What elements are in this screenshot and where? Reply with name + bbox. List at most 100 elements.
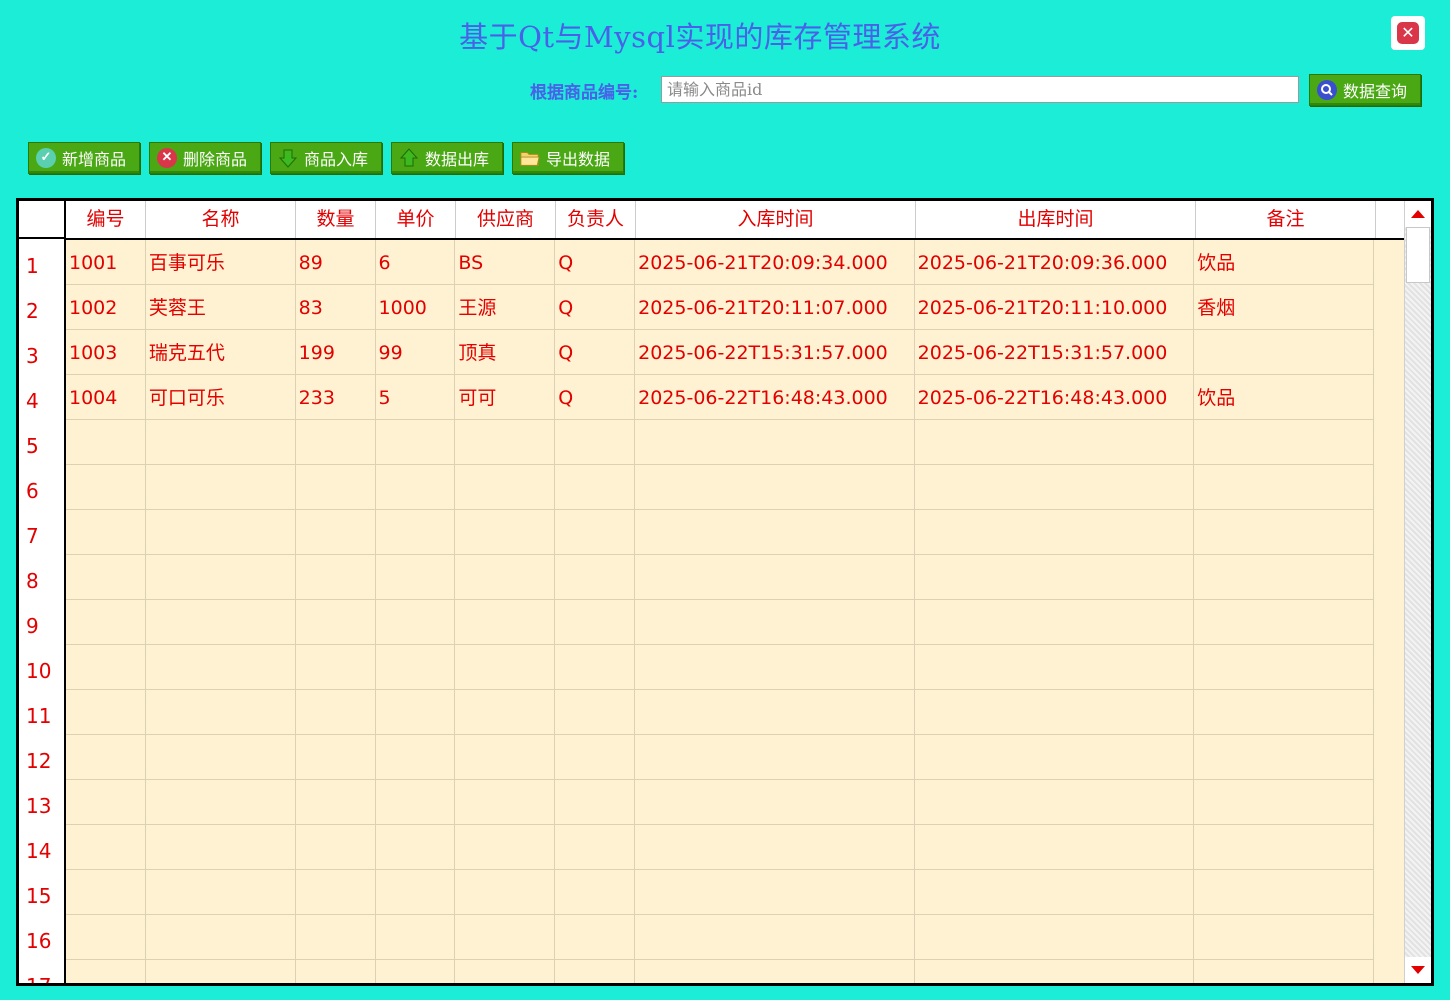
table-cell[interactable]	[146, 960, 296, 983]
table-cell[interactable]	[1194, 960, 1374, 983]
table-cell[interactable]	[1194, 915, 1374, 959]
column-header[interactable]: 数量	[296, 201, 376, 238]
table-cell[interactable]	[296, 555, 376, 599]
table-cell[interactable]: 2025-06-21T20:11:10.000	[915, 285, 1195, 329]
table-cell[interactable]: 89	[296, 240, 376, 284]
scroll-up-button[interactable]	[1405, 201, 1431, 227]
table-cell[interactable]: 百事可乐	[146, 240, 296, 284]
row-number[interactable]: 2	[19, 284, 64, 329]
scroll-thumb[interactable]	[1406, 227, 1430, 283]
table-cell[interactable]: 可可	[455, 375, 556, 419]
table-cell[interactable]	[146, 780, 296, 824]
table-cell[interactable]	[66, 690, 146, 734]
table-cell[interactable]	[146, 510, 296, 554]
table-cell[interactable]	[376, 960, 456, 983]
close-button[interactable]: ✕	[1391, 16, 1425, 50]
table-cell[interactable]	[146, 915, 296, 959]
table-cell[interactable]: 99	[376, 330, 456, 374]
table-cell[interactable]	[915, 690, 1195, 734]
table-cell[interactable]: 芙蓉王	[146, 285, 296, 329]
table-cell[interactable]	[146, 420, 296, 464]
table-cell[interactable]	[555, 915, 636, 959]
table-cell[interactable]: Q	[555, 285, 636, 329]
table-cell[interactable]	[915, 510, 1195, 554]
table-cell[interactable]	[635, 870, 915, 914]
row-number[interactable]: 7	[19, 509, 64, 554]
table-cell[interactable]	[635, 420, 915, 464]
table-row[interactable]: 1003 瑞克五代 199 99 顶真 Q 2025-06-22T15:31:57.000 2…	[66, 330, 1374, 375]
table-cell[interactable]: 1001	[66, 240, 146, 284]
table-cell[interactable]: 饮品	[1194, 240, 1374, 284]
table-cell[interactable]	[376, 690, 456, 734]
table-cell[interactable]	[455, 420, 556, 464]
table-cell[interactable]	[66, 600, 146, 644]
table-cell[interactable]: 6	[376, 240, 456, 284]
scroll-down-button[interactable]	[1405, 957, 1431, 983]
table-cell[interactable]: 1002	[66, 285, 146, 329]
table-cell[interactable]	[1194, 825, 1374, 869]
table-cell[interactable]	[296, 915, 376, 959]
row-number[interactable]: 6	[19, 464, 64, 509]
table-cell[interactable]	[376, 555, 456, 599]
table-row[interactable]	[66, 915, 1374, 960]
column-header[interactable]: 名称	[146, 201, 296, 238]
table-cell[interactable]	[66, 735, 146, 779]
row-number[interactable]: 8	[19, 554, 64, 599]
table-cell[interactable]	[1194, 690, 1374, 734]
table-cell[interactable]	[635, 780, 915, 824]
table-row[interactable]: 1001 百事可乐 89 6 BS Q 2025-06-21T20:09:34.000 202…	[66, 240, 1374, 285]
table-cell[interactable]: 王源	[455, 285, 556, 329]
table-cell[interactable]	[66, 870, 146, 914]
table-cell[interactable]	[555, 645, 636, 689]
table-cell[interactable]: Q	[555, 330, 636, 374]
table-cell[interactable]	[1194, 600, 1374, 644]
row-number[interactable]: 12	[19, 734, 64, 779]
scroll-track[interactable]	[1405, 227, 1431, 957]
table-cell[interactable]	[555, 690, 636, 734]
table-cell[interactable]	[1194, 465, 1374, 509]
table-cell[interactable]	[296, 825, 376, 869]
table-cell[interactable]	[915, 465, 1195, 509]
table-cell[interactable]: 199	[296, 330, 376, 374]
table-cell[interactable]: 香烟	[1194, 285, 1374, 329]
table-cell[interactable]: Q	[555, 240, 636, 284]
table-cell[interactable]	[635, 825, 915, 869]
table-cell[interactable]: 2025-06-21T20:09:36.000	[915, 240, 1195, 284]
row-number[interactable]: 5	[19, 419, 64, 464]
table-cell[interactable]	[296, 690, 376, 734]
table-cell[interactable]	[555, 780, 636, 824]
table-row[interactable]	[66, 690, 1374, 735]
table-cell[interactable]	[635, 690, 915, 734]
table-cell[interactable]	[296, 510, 376, 554]
table-cell[interactable]: 2025-06-21T20:11:07.000	[635, 285, 915, 329]
row-number[interactable]: 15	[19, 869, 64, 914]
table-cell[interactable]	[66, 825, 146, 869]
table-cell[interactable]: 1004	[66, 375, 146, 419]
table-cell[interactable]	[66, 510, 146, 554]
table-cell[interactable]	[296, 465, 376, 509]
column-header[interactable]: 出库时间	[916, 201, 1196, 238]
row-number[interactable]: 14	[19, 824, 64, 869]
stock-in-button[interactable]: 商品入库	[270, 142, 382, 174]
table-cell[interactable]	[296, 960, 376, 983]
row-number[interactable]: 10	[19, 644, 64, 689]
table-row[interactable]	[66, 420, 1374, 465]
table-cell[interactable]	[555, 870, 636, 914]
table-cell[interactable]	[455, 960, 556, 983]
table-corner-button[interactable]	[19, 201, 66, 239]
table-cell[interactable]	[376, 600, 456, 644]
table-cell[interactable]	[1194, 735, 1374, 779]
table-cell[interactable]	[66, 645, 146, 689]
table-cell[interactable]	[66, 960, 146, 983]
column-header[interactable]: 备注	[1196, 201, 1376, 238]
table-cell[interactable]	[555, 420, 636, 464]
table-cell[interactable]	[455, 825, 556, 869]
table-row[interactable]	[66, 735, 1374, 780]
column-header[interactable]: 负责人	[556, 201, 636, 238]
row-number[interactable]: 13	[19, 779, 64, 824]
table-cell[interactable]: 2025-06-22T16:48:43.000	[635, 375, 915, 419]
table-cell[interactable]: 顶真	[455, 330, 556, 374]
table-body[interactable]: 1001 百事可乐 89 6 BS Q 2025-06-21T20:09:34.000 202…	[66, 240, 1374, 983]
table-cell[interactable]: 83	[296, 285, 376, 329]
table-row[interactable]	[66, 870, 1374, 915]
